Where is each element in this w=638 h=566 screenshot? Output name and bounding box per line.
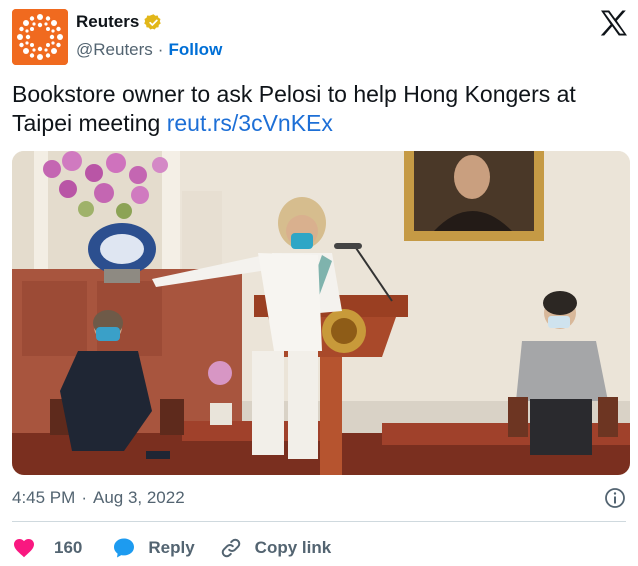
tweet-card: Reuters @Reuters · Follow Bookstore owne… [0,0,638,566]
tweet-date: Aug 3, 2022 [92,488,185,507]
tweet-text: Bookstore owner to ask Pelosi to help Ho… [12,80,626,138]
tweet-photo[interactable] [12,151,630,475]
tweet-link[interactable]: reut.rs/3cVnKEx [167,110,333,136]
like-button[interactable]: 160 [12,536,82,560]
like-count: 160 [54,538,83,557]
reply-button[interactable]: Reply [112,536,195,560]
verified-badge-icon[interactable] [144,13,163,32]
handle-separator: · [157,40,164,59]
speech-bubble-icon [114,538,135,558]
reuters-logo-icon[interactable] [12,9,68,65]
tweet-photo-graphic [12,151,630,475]
tweet-actions: 160 Reply Copy link [12,534,331,562]
info-icon-graphic [605,488,625,508]
tweet-timestamp[interactable]: 4:45 PM · Aug 3, 2022 [12,488,185,508]
author-display-name[interactable]: Reuters [76,12,139,32]
author-name-row: Reuters [76,12,163,32]
link-icon [221,538,240,558]
x-logo-icon[interactable] [600,10,628,36]
info-icon[interactable] [604,487,626,509]
copy-link-button[interactable]: Copy link [219,536,332,560]
reply-label: Reply [148,538,195,557]
divider [12,521,626,522]
reuters-logo-graphic [12,9,68,65]
author-handle[interactable]: @Reuters [76,40,153,60]
copy-link-label: Copy link [254,538,332,557]
x-logo-graphic [600,10,627,36]
author-handle-row: @Reuters · Follow [76,40,222,60]
timestamp-separator: · [81,488,87,507]
heart-icon [14,539,34,558]
follow-button[interactable]: Follow [168,40,222,60]
tweet-time: 4:45 PM [12,488,76,507]
